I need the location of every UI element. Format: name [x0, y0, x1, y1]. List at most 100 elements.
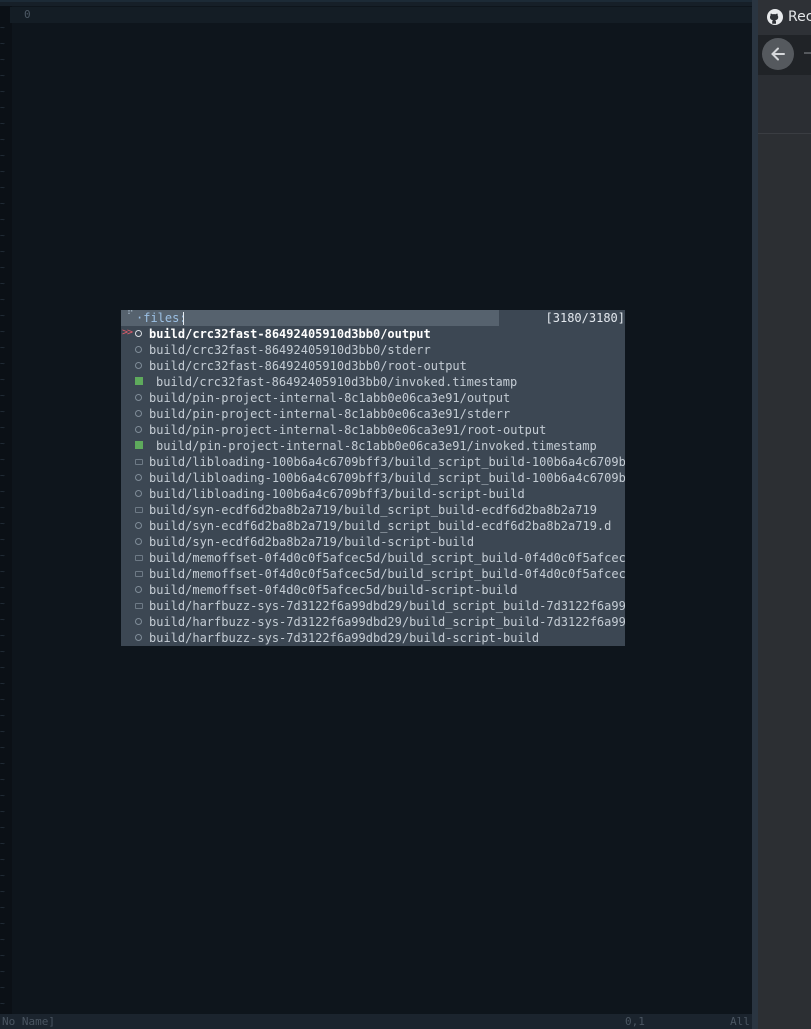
picker-prompt-label: ·files:	[136, 311, 187, 325]
picker-item[interactable]: build/crc32fast-86492405910d3bb0/root-ou…	[121, 358, 625, 374]
empty-line-marker: ~	[0, 135, 5, 144]
empty-line-marker: ~	[0, 55, 5, 64]
picker-item-path: build/harfbuzz-sys-7d3122f6a99dbd29/buil…	[149, 599, 625, 613]
picker-item-path: build/syn-ecdf6d2ba8b2a719/build_script_…	[149, 519, 612, 533]
current-line[interactable]: 0	[10, 7, 752, 23]
empty-line-marker: ~	[0, 663, 5, 672]
empty-line-marker: ~	[0, 231, 5, 240]
picker-item-path: build/crc32fast-86492405910d3bb0/output	[149, 327, 431, 341]
file-unknown-icon	[135, 634, 142, 641]
empty-line-marker: ~	[0, 23, 5, 32]
picker-item[interactable]: build/syn-ecdf6d2ba8b2a719/build_script_…	[121, 518, 625, 534]
empty-line-marker: ~	[0, 711, 5, 720]
picker-item[interactable]: build/harfbuzz-sys-7d3122f6a99dbd29/buil…	[121, 630, 625, 646]
empty-line-marker: ~	[0, 615, 5, 624]
picker-item-path: build/memoffset-0f4d0c0f5afcec5d/build_s…	[149, 567, 625, 581]
picker-item[interactable]: build/pin-project-internal-8c1abb0e06ca3…	[121, 422, 625, 438]
picker-item[interactable]: build/memoffset-0f4d0c0f5afcec5d/build_s…	[121, 550, 625, 566]
timestamp-file-icon	[135, 377, 143, 385]
empty-line-marker: ~	[0, 999, 5, 1008]
file-unknown-icon	[135, 394, 142, 401]
picker-item[interactable]: build/memoffset-0f4d0c0f5afcec5d/build_s…	[121, 566, 625, 582]
binary-file-icon	[135, 571, 143, 577]
timestamp-file-icon	[135, 441, 143, 449]
empty-line-marker: ~	[0, 791, 5, 800]
picker-item-path: build/memoffset-0f4d0c0f5afcec5d/build-s…	[149, 583, 518, 597]
browser-content	[758, 134, 811, 1029]
picker-prompt: ⠋ ·files: [3180/3180]	[121, 310, 625, 326]
empty-line-marker: ~	[0, 951, 5, 960]
picker-item[interactable]: build/memoffset-0f4d0c0f5afcec5d/build-s…	[121, 582, 625, 598]
picker-item[interactable]: build/syn-ecdf6d2ba8b2a719/build_script_…	[121, 502, 625, 518]
browser-window: Rec —	[758, 0, 811, 1029]
empty-line-marker: ~	[0, 775, 5, 784]
picker-item[interactable]: build/libloading-100b6a4c6709bff3/build_…	[121, 470, 625, 486]
empty-line-marker: ~	[0, 631, 5, 640]
arrow-left-icon	[771, 47, 785, 61]
line-gutter: ~ ~ ~ ~ ~ ~ ~ ~ ~ ~ ~ ~ ~ ~ ~ ~ ~ ~ ~ ~ ~ ~ ~ ~ ~ ~ ~ ~ ~ ~ ~ ~ ~ ~ ~ ~ ~ ~ ~ ~…	[0, 6, 12, 1014]
picker-item-path: build/crc32fast-86492405910d3bb0/root-ou…	[149, 359, 467, 373]
empty-line-marker: ~	[0, 343, 5, 352]
empty-line-marker: ~	[0, 295, 5, 304]
picker-item-path: build/memoffset-0f4d0c0f5afcec5d/build_s…	[149, 551, 625, 565]
empty-line-marker: ~	[0, 71, 5, 80]
picker-item[interactable]: build/pin-project-internal-8c1abb0e06ca3…	[121, 406, 625, 422]
picker-results: >> build/crc32fast-86492405910d3bb0/outpu…	[121, 326, 625, 646]
picker-item[interactable]: build/crc32fast-86492405910d3bb0/stderr	[121, 342, 625, 358]
file-unknown-icon	[135, 538, 142, 545]
picker-item[interactable]: build/libloading-100b6a4c6709bff3/build-…	[121, 486, 625, 502]
picker-item-path: build/pin-project-internal-8c1abb0e06ca3…	[149, 407, 511, 421]
empty-line-marker: ~	[0, 471, 5, 480]
empty-line-marker: ~	[0, 487, 5, 496]
file-unknown-icon	[135, 362, 142, 369]
empty-line-marker: ~	[0, 727, 5, 736]
empty-line-marker: ~	[0, 391, 5, 400]
file-unknown-icon	[135, 330, 142, 337]
empty-line-marker: ~	[0, 759, 5, 768]
empty-line-marker: ~	[0, 199, 5, 208]
binary-file-icon	[135, 507, 143, 513]
picker-item[interactable]: build/crc32fast-86492405910d3bb0/invoked…	[121, 374, 625, 390]
file-unknown-icon	[135, 410, 142, 417]
empty-line-marker: ~	[0, 455, 5, 464]
empty-line-marker: ~	[0, 647, 5, 656]
picker-item-selected[interactable]: >> build/crc32fast-86492405910d3bb0/outpu…	[121, 326, 625, 342]
file-unknown-icon	[135, 490, 142, 497]
status-scroll-indicator: All	[730, 1015, 750, 1028]
picker-item-path: build/pin-project-internal-8c1abb0e06ca3…	[149, 423, 547, 437]
selection-marker: >>	[122, 327, 133, 338]
empty-line-marker: ~	[0, 215, 5, 224]
picker-item[interactable]: build/pin-project-internal-8c1abb0e06ca3…	[121, 438, 625, 454]
empty-line-marker: ~	[0, 967, 5, 976]
picker-item[interactable]: build/harfbuzz-sys-7d3122f6a99dbd29/buil…	[121, 614, 625, 630]
empty-line-marker: ~	[0, 39, 5, 48]
picker-item[interactable]: build/syn-ecdf6d2ba8b2a719/build-script-…	[121, 534, 625, 550]
file-unknown-icon	[135, 618, 142, 625]
picker-item[interactable]: build/libloading-100b6a4c6709bff3/build_…	[121, 454, 625, 470]
picker-item-path: build/libloading-100b6a4c6709bff3/build_…	[149, 455, 625, 469]
picker-input[interactable]: ⠋ ·files:	[121, 310, 499, 326]
empty-line-marker: ~	[0, 327, 5, 336]
forward-button[interactable]: —	[804, 45, 811, 61]
empty-line-marker: ~	[0, 983, 5, 992]
empty-line-marker: ~	[0, 871, 5, 880]
picker-item-path: build/crc32fast-86492405910d3bb0/invoked…	[156, 375, 518, 389]
picker-item-path: build/libloading-100b6a4c6709bff3/build_…	[149, 471, 625, 485]
empty-line-marker: ~	[0, 263, 5, 272]
browser-header-region	[758, 75, 811, 134]
empty-line-marker: ~	[0, 903, 5, 912]
browser-tab[interactable]: Rec	[758, 0, 811, 35]
tab-title: Rec	[788, 9, 811, 25]
back-button[interactable]	[762, 38, 794, 70]
status-bar: No Name] 0,1 All	[0, 1014, 752, 1029]
empty-line-marker: ~	[0, 167, 5, 176]
empty-line-marker: ~	[0, 839, 5, 848]
picker-item[interactable]: build/harfbuzz-sys-7d3122f6a99dbd29/buil…	[121, 598, 625, 614]
picker-item[interactable]: build/pin-project-internal-8c1abb0e06ca3…	[121, 390, 625, 406]
empty-line-marker: ~	[0, 423, 5, 432]
picker-item-path: build/harfbuzz-sys-7d3122f6a99dbd29/buil…	[149, 631, 540, 645]
file-unknown-icon	[135, 474, 142, 481]
picker-item-path: build/pin-project-internal-8c1abb0e06ca3…	[149, 391, 511, 405]
empty-line-marker: ~	[0, 247, 5, 256]
file-unknown-icon	[135, 522, 142, 529]
